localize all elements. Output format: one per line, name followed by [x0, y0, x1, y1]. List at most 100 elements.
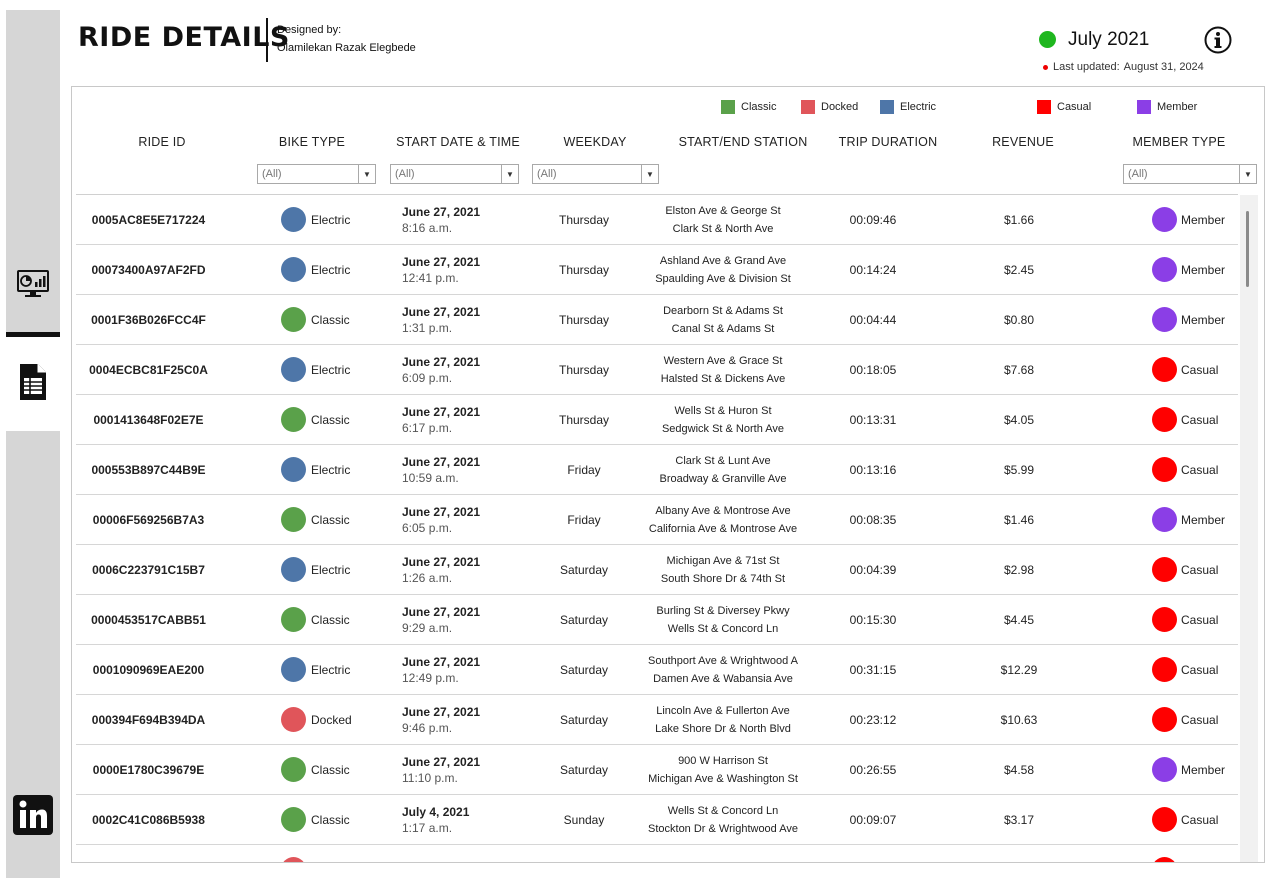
ride-id: 0006C223791C15B7	[92, 562, 205, 577]
table-row[interactable]: 000553B897C44B9E Electric June 27, 2021 …	[76, 445, 1238, 495]
bike-type-label: Electric	[311, 212, 351, 227]
bike-type-dot	[281, 607, 306, 632]
member-type-dot	[1152, 207, 1177, 232]
bike-type-dot	[281, 857, 306, 862]
designed-by-label: Designed by:	[277, 24, 342, 36]
start-station: Ashland Ave & Grand Ave	[659, 254, 787, 267]
ride-id: 0001090969EAE200	[92, 662, 205, 677]
table-row[interactable]: 000394F694B394DA Docked June 27, 2021 9:…	[76, 695, 1238, 745]
trip-duration	[828, 845, 918, 862]
member-type-cell: Member	[1152, 745, 1238, 794]
member-type-dot	[1152, 407, 1177, 432]
chevron-down-icon[interactable]: ▼	[501, 165, 518, 183]
start-time: 6:09 p.m.	[402, 370, 453, 385]
start-time: 1:31 p.m.	[402, 320, 453, 335]
table-row[interactable]: 0000E1780C39679E Classic June 27, 2021 1…	[76, 745, 1238, 795]
bike-type-cell: Electric	[281, 345, 401, 394]
linkedin-icon[interactable]	[12, 794, 54, 836]
trip-duration: 00:08:35	[849, 512, 897, 527]
member-type-filter[interactable]: (All) ▼	[1123, 164, 1257, 184]
member-type-dot	[1152, 807, 1177, 832]
dashboard-icon[interactable]	[15, 266, 51, 302]
table-row[interactable]: 0001413648F02E7E Classic June 27, 2021 6…	[76, 395, 1238, 445]
bike-type-cell: Electric	[281, 645, 401, 694]
start-datetime-cell: June 27, 2021 12:41 p.m.	[402, 245, 512, 294]
bike-type-label: Classic	[311, 812, 350, 827]
member-type-cell: Casual	[1152, 345, 1238, 394]
bike-type-dot	[281, 457, 306, 482]
column-header-duration[interactable]: TRIP DURATION	[828, 135, 948, 149]
member-type-label: Casual	[1181, 612, 1219, 627]
table-row[interactable]: 0006C223791C15B7 Electric June 27, 2021 …	[76, 545, 1238, 595]
legend-label: Electric	[900, 101, 937, 113]
end-station: Halsted St & Dickens Ave	[660, 372, 786, 385]
bike-type-cell: Classic	[281, 295, 401, 344]
revenue: $1.46	[1003, 512, 1035, 527]
bike-type-dot	[281, 407, 306, 432]
bike-type-dot	[281, 557, 306, 582]
column-header-ride-id[interactable]: RIDE ID	[112, 135, 212, 149]
start-date: June 27, 2021	[402, 604, 481, 619]
revenue: $2.45	[1003, 262, 1035, 277]
table-row[interactable]: 00006F569256B7A3 Classic June 27, 2021 6…	[76, 495, 1238, 545]
station-cell: Burling St & Diversey Pkwy Wells St & Co…	[648, 595, 798, 644]
end-station: South Shore Dr & 74th St	[660, 572, 786, 585]
start-datetime-cell: June 27, 2021 9:29 a.m.	[402, 595, 512, 644]
table-row[interactable]: 00073400A97AF2FD Electric June 27, 2021 …	[76, 245, 1238, 295]
ride-id: 0002C41C086B5938	[92, 812, 205, 827]
table-row[interactable]: 0000453517CABB51 Classic June 27, 2021 9…	[76, 595, 1238, 645]
member-type-dot	[1152, 657, 1177, 682]
member-type-cell: Member	[1152, 245, 1238, 294]
revenue: $3.17	[1003, 812, 1035, 827]
chevron-down-icon[interactable]: ▼	[1239, 165, 1256, 183]
bike-type-cell: Classic	[281, 595, 401, 644]
legend-classic: Classic	[721, 100, 776, 114]
legend-member: Member	[1137, 100, 1197, 114]
legend-docked: Docked	[801, 100, 858, 114]
column-header-weekday[interactable]: WEEKDAY	[544, 135, 646, 149]
table-row[interactable]: 0001F36B026FCC4F Classic June 27, 2021 1…	[76, 295, 1238, 345]
column-header-bike-type[interactable]: BIKE TYPE	[262, 135, 362, 149]
legend-casual: Casual	[1037, 100, 1091, 114]
bike-type-dot	[281, 657, 306, 682]
start-time: 8:16 a.m.	[402, 220, 453, 235]
table-row[interactable]: 0005AC8E5E717224 Electric June 27, 2021 …	[76, 195, 1238, 245]
start-time: 12:49 p.m.	[402, 670, 459, 685]
start-date: June 27, 2021	[402, 704, 481, 719]
weekday-filter[interactable]: (All) ▼	[532, 164, 659, 184]
start-date-filter[interactable]: (All) ▼	[390, 164, 519, 184]
column-header-station[interactable]: START/END STATION	[668, 135, 818, 149]
legend-swatch	[721, 100, 735, 114]
bike-type-dot	[281, 807, 306, 832]
filter-value: (All)	[537, 168, 557, 180]
bike-type-dot	[281, 307, 306, 332]
bike-type-filter[interactable]: (All) ▼	[257, 164, 376, 184]
chevron-down-icon[interactable]: ▼	[641, 165, 658, 183]
legend-swatch	[801, 100, 815, 114]
table-row[interactable]: 0002C41C086B5938 Classic July 4, 2021 1:…	[76, 795, 1238, 845]
bike-type-label: Docked	[311, 712, 352, 727]
table-row[interactable]: Docked Lake Shore Dr & Diversey Pkwy Cas…	[76, 845, 1238, 864]
bike-type-cell: Classic	[281, 745, 401, 794]
scrollbar-thumb[interactable]	[1246, 211, 1249, 287]
column-header-start[interactable]: START DATE & TIME	[388, 135, 528, 149]
table-document-icon[interactable]	[15, 364, 51, 400]
vertical-scrollbar[interactable]	[1240, 195, 1258, 862]
bike-type-label: Docked	[311, 863, 352, 864]
bike-type-cell: Electric	[281, 445, 401, 494]
member-type-dot	[1152, 757, 1177, 782]
member-type-dot	[1152, 457, 1177, 482]
station-cell: Southport Ave & Wrightwood Ave Damen Ave…	[648, 645, 798, 694]
info-icon[interactable]	[1204, 26, 1232, 54]
bike-type-cell: Electric	[281, 545, 401, 594]
member-type-dot	[1152, 607, 1177, 632]
ride-id: 0001413648F02E7E	[93, 412, 204, 427]
column-header-member-type[interactable]: MEMBER TYPE	[1119, 135, 1239, 149]
table-row[interactable]: 0004ECBC81F25C0A Electric June 27, 2021 …	[76, 345, 1238, 395]
column-header-revenue[interactable]: REVENUE	[973, 135, 1073, 149]
revenue: $5.99	[1003, 462, 1035, 477]
start-datetime-cell: June 27, 2021 12:49 p.m.	[402, 645, 512, 694]
chevron-down-icon[interactable]: ▼	[358, 165, 375, 183]
table-row[interactable]: 0001090969EAE200 Electric June 27, 2021 …	[76, 645, 1238, 695]
legend-electric: Electric	[880, 100, 936, 114]
